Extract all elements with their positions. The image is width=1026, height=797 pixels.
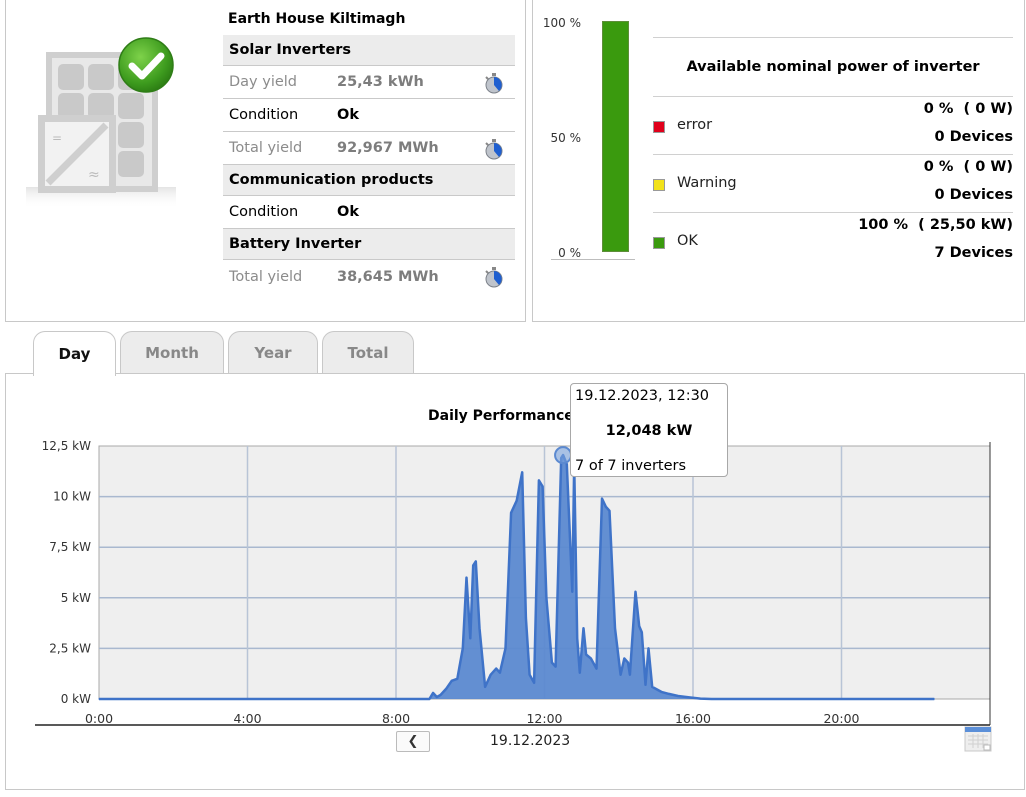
data-point	[933, 698, 935, 700]
data-point	[545, 597, 548, 599]
y-tick-label: 7,5 kW	[49, 540, 91, 554]
data-point	[688, 696, 690, 699]
tooltip-inverters: 7 of 7 inverters	[575, 458, 687, 474]
data-point	[478, 627, 481, 629]
data-point	[542, 485, 544, 488]
previous-day-button[interactable]: ❮	[396, 731, 430, 752]
data-point	[490, 674, 492, 676]
x-tick-label: 16:00	[675, 711, 711, 726]
y-tick-label: 12,5 kW	[42, 439, 91, 453]
data-point	[699, 698, 702, 700]
data-point	[668, 693, 670, 695]
data-point	[655, 688, 657, 690]
x-tick-label: 4:00	[233, 711, 261, 726]
data-point	[571, 591, 573, 593]
data-point	[677, 695, 679, 697]
data-point	[98, 698, 100, 700]
data-point	[465, 577, 468, 579]
data-point	[638, 625, 640, 627]
data-point	[566, 463, 568, 465]
data-point	[432, 692, 434, 694]
data-point	[439, 694, 442, 696]
data-point	[436, 696, 438, 698]
data-point	[614, 627, 616, 629]
chevron-left-icon: ❮	[407, 734, 419, 749]
data-point	[620, 674, 622, 676]
data-point	[484, 686, 486, 688]
data-point	[629, 674, 631, 676]
data-point	[495, 668, 497, 670]
data-point	[601, 498, 603, 500]
data-point	[445, 688, 447, 690]
data-point	[538, 479, 540, 481]
calendar-icon[interactable]	[964, 726, 992, 752]
data-point	[623, 657, 625, 660]
data-point	[469, 637, 471, 639]
highlighted-point-marker	[554, 446, 573, 465]
x-tick-label: 0:00	[85, 711, 113, 726]
data-point	[428, 698, 430, 700]
data-point	[551, 662, 553, 664]
y-tick-label: 0 kW	[61, 692, 91, 706]
x-tick-label: 20:00	[823, 711, 859, 726]
data-point	[651, 686, 653, 688]
data-point	[605, 506, 607, 508]
data-point	[529, 674, 531, 676]
chart-tooltip: 19.12.2023, 12:30 12,048 kW 7 of 7 inver…	[570, 383, 728, 477]
data-point	[504, 647, 507, 650]
data-point	[585, 653, 587, 656]
data-point	[660, 691, 663, 693]
y-tick-label: 2,5 kW	[49, 641, 91, 655]
data-point	[579, 672, 581, 674]
y-tick-label: 10 kW	[53, 490, 91, 504]
data-point	[499, 672, 501, 674]
selected-date: 19.12.2023	[490, 733, 571, 749]
tooltip-value: 12,048 kW	[605, 423, 693, 439]
data-point	[525, 617, 527, 619]
data-point	[462, 647, 464, 650]
tooltip-datetime: 19.12.2023, 12:30	[575, 388, 710, 404]
data-point	[641, 631, 643, 633]
data-point	[510, 512, 512, 514]
data-point	[582, 627, 585, 629]
data-point	[472, 564, 474, 567]
y-tick-label: 5 kW	[61, 591, 91, 605]
data-point	[647, 647, 650, 650]
data-point	[576, 637, 578, 639]
data-point	[711, 698, 713, 700]
data-point	[627, 662, 629, 664]
data-point	[634, 591, 637, 593]
data-point	[555, 666, 557, 668]
data-point	[533, 682, 535, 684]
data-point	[595, 668, 598, 670]
x-tick-label: 12:00	[526, 711, 562, 726]
tab-day[interactable]: Day	[33, 331, 116, 376]
daily-performance-chart: 0 kW 2,5 kW 5 kW 7,5 kW 10 kW 12,5 kW 0:00 4:00…	[35, 439, 991, 726]
data-point	[590, 657, 592, 660]
data-point	[608, 510, 611, 512]
data-point	[516, 500, 518, 502]
data-point	[451, 680, 453, 682]
x-tick-label: 8:00	[382, 711, 410, 726]
data-point	[521, 471, 523, 473]
data-point	[644, 684, 647, 686]
data-point	[456, 678, 458, 680]
data-point	[475, 560, 477, 563]
